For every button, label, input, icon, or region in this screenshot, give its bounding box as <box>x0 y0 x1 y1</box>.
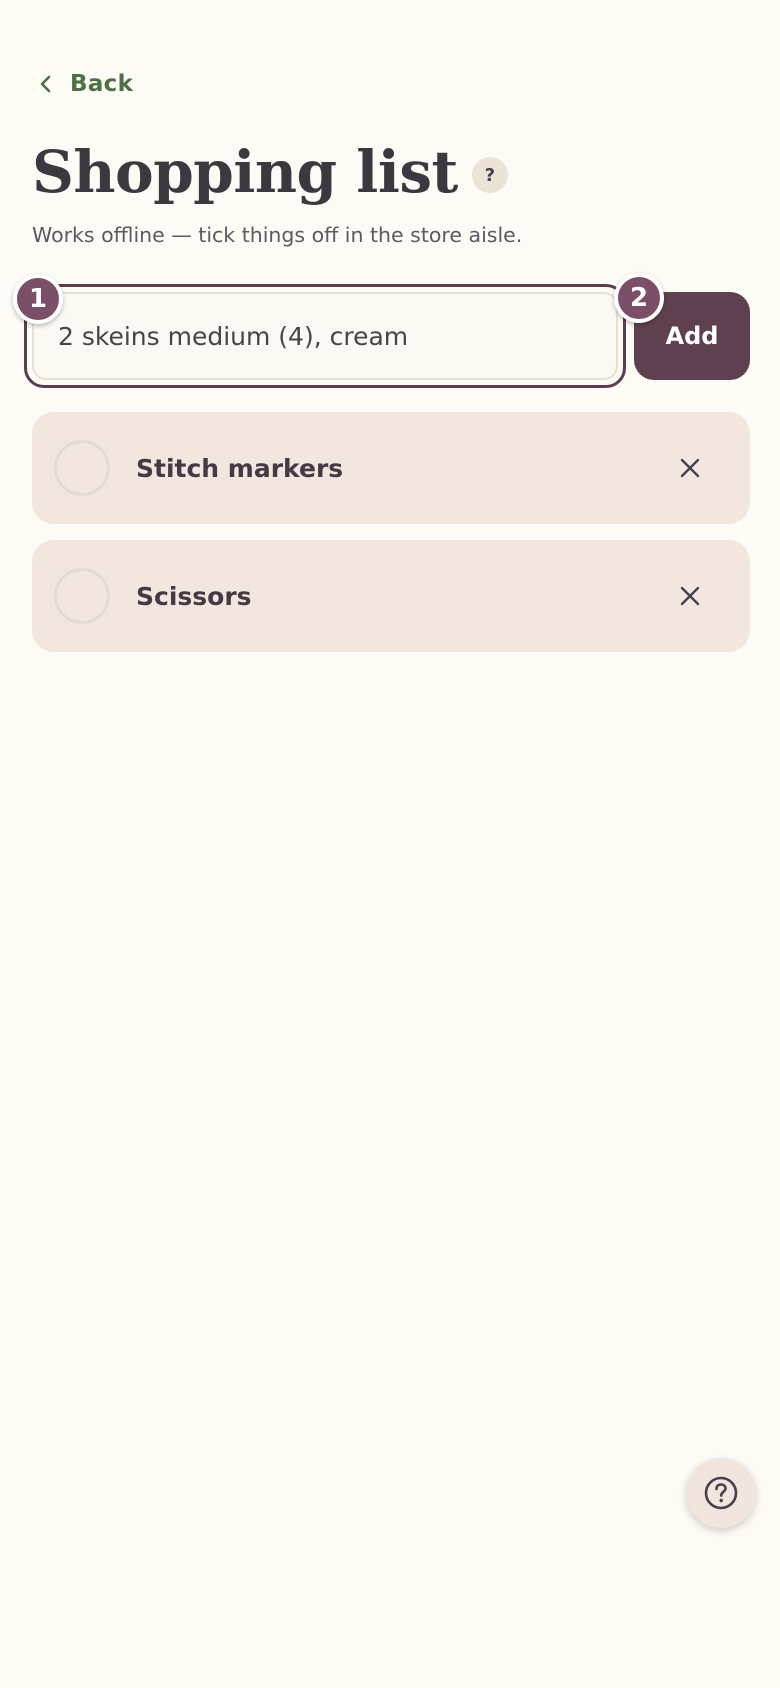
list-item: Scissors <box>32 540 750 652</box>
step-badge-2: 2 <box>614 273 664 323</box>
close-icon <box>680 586 700 606</box>
checkbox-circle[interactable] <box>54 440 110 496</box>
close-icon <box>680 458 700 478</box>
chevron-left-icon <box>36 74 56 94</box>
remove-button[interactable] <box>666 572 714 620</box>
back-link[interactable]: Back <box>36 64 133 104</box>
shopping-list: Stitch markers Scissors <box>32 412 750 652</box>
item-label: Stitch markers <box>136 453 344 483</box>
back-label: Back <box>70 71 134 97</box>
step-badge-1: 1 <box>13 274 63 324</box>
floating-help-button[interactable] <box>686 1458 756 1528</box>
item-input-focus-ring <box>24 284 626 388</box>
remove-button[interactable] <box>666 444 714 492</box>
help-button[interactable]: ? <box>471 157 508 193</box>
shopping-list-screen: Back Shopping list ? Works offline — tic… <box>0 0 780 1688</box>
page-subtitle: Works offline — tick things off in the s… <box>32 223 523 247</box>
list-item: Stitch markers <box>32 412 750 524</box>
checkbox-circle[interactable] <box>54 568 110 624</box>
item-label: Scissors <box>136 581 252 611</box>
item-input[interactable] <box>32 292 618 380</box>
page-title: Shopping list <box>32 138 458 206</box>
help-circle-icon <box>704 1476 738 1510</box>
title-row: Shopping list ? <box>32 132 508 212</box>
